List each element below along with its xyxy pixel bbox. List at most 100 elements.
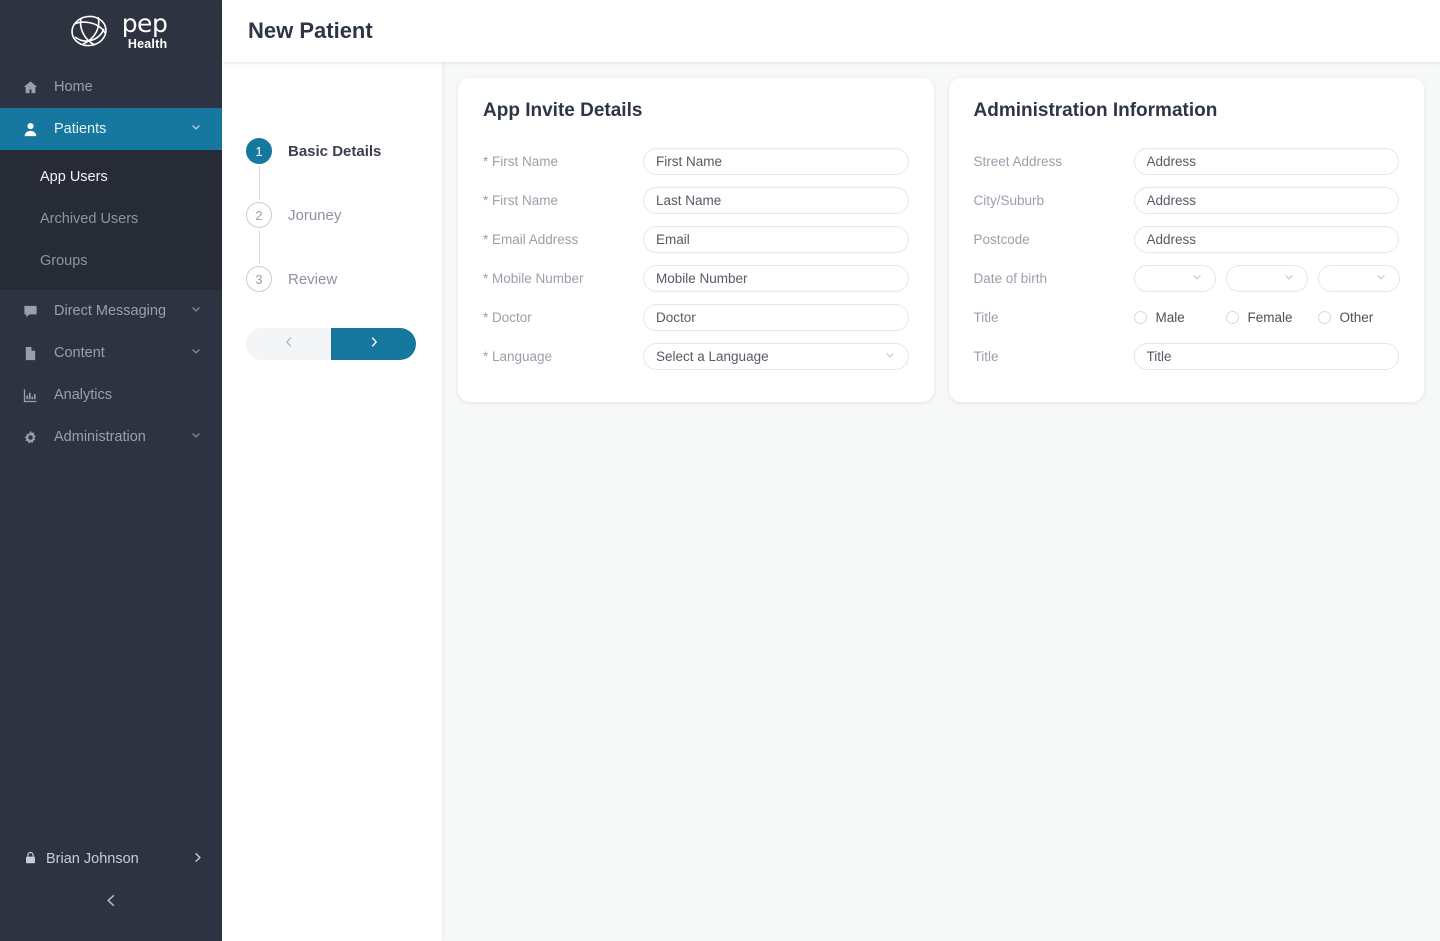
subnav-item-label: App Users — [40, 169, 108, 185]
field-label: * First Name — [483, 154, 559, 169]
chevron-left-icon — [282, 335, 296, 354]
radio-female[interactable]: Female — [1225, 310, 1318, 325]
radio-male[interactable]: Male — [1133, 310, 1226, 325]
current-user-row[interactable]: Brian Johnson — [0, 839, 222, 879]
sidebar-footer: Brian Johnson — [0, 839, 222, 941]
brand-name-secondary: Health — [127, 37, 168, 52]
wizard-stepper: 1 Basic Details 2 Joruney 3 Review — [222, 62, 442, 941]
title-input[interactable] — [1133, 343, 1399, 370]
lock-icon — [24, 851, 37, 868]
field-label: * Doctor — [483, 310, 532, 325]
chevron-down-icon[interactable] — [190, 121, 204, 137]
field-last-name: * First Name — [483, 181, 909, 220]
chevron-down-icon[interactable] — [190, 303, 204, 319]
chevron-down-icon — [884, 349, 896, 364]
home-icon — [22, 79, 38, 95]
sidebar-item-analytics[interactable]: Analytics — [0, 374, 222, 416]
field-control — [1133, 265, 1400, 292]
brand-wordmark: pep Health — [122, 11, 168, 51]
next-step-button[interactable] — [331, 328, 416, 360]
step-review[interactable]: 3 Review — [246, 264, 442, 294]
chevron-right-icon[interactable] — [191, 851, 204, 868]
last-name-input[interactable] — [643, 187, 909, 214]
chevron-down-icon — [1191, 271, 1203, 286]
field-label: Postcode — [973, 232, 1030, 247]
postcode-input[interactable] — [1133, 226, 1399, 253]
field-label: Date of birth — [973, 271, 1048, 286]
sidebar-item-patients[interactable]: Patients — [0, 108, 222, 150]
step-number: 3 — [246, 266, 272, 292]
step-basic-details[interactable]: 1 Basic Details — [246, 136, 442, 166]
radio-label: Male — [1155, 310, 1185, 325]
language-select-value: Select a Language — [656, 349, 769, 364]
field-gender-title: Title Male Female Other — [974, 298, 1400, 337]
sidebar-item-label: Direct Messaging — [54, 303, 167, 319]
chevron-down-icon[interactable] — [190, 345, 204, 361]
brand-logo[interactable]: pep Health — [0, 0, 222, 62]
form-content: App Invite Details * First Name * First … — [442, 62, 1440, 941]
app-root: pep Health Home Patients App Users Archi… — [0, 0, 1440, 941]
step-label: Joruney — [288, 206, 342, 224]
step-label: Basic Details — [288, 142, 382, 160]
language-select[interactable]: Select a Language — [643, 343, 909, 370]
field-label: * Language — [483, 349, 553, 364]
mobile-number-input[interactable] — [643, 265, 909, 292]
sidebar-item-content[interactable]: Content — [0, 332, 222, 374]
field-label: Title — [973, 310, 999, 325]
body-row: 1 Basic Details 2 Joruney 3 Review App I… — [222, 62, 1440, 941]
sidebar-item-label: Analytics — [54, 387, 113, 403]
sidebar-item-label: Patients — [54, 121, 107, 137]
card-title: App Invite Details — [483, 100, 643, 121]
subnav-item-label: Archived Users — [40, 211, 139, 227]
sidebar-item-label: Administration — [54, 429, 146, 445]
previous-step-button[interactable] — [246, 328, 331, 360]
field-label: Street Address — [973, 154, 1063, 169]
sidebar-item-direct-messaging[interactable]: Direct Messaging — [0, 290, 222, 332]
chevron-left-icon — [103, 892, 120, 914]
sidebar-item-label: Content — [54, 345, 105, 361]
sidebar-item-app-users[interactable]: App Users — [0, 156, 222, 198]
dob-month-select[interactable] — [1225, 265, 1308, 292]
field-control — [643, 148, 909, 175]
radio-other[interactable]: Other — [1317, 310, 1410, 325]
sidebar-item-administration[interactable]: Administration — [0, 416, 222, 458]
field-email-address: * Email Address — [483, 220, 909, 259]
field-city-suburb: City/Suburb — [973, 181, 1399, 220]
email-input[interactable] — [643, 226, 909, 253]
chevron-down-icon — [1375, 271, 1387, 286]
field-label: * First Name — [483, 193, 559, 208]
field-date-of-birth: Date of birth — [974, 259, 1400, 298]
brand-name-primary: pep — [121, 9, 168, 39]
dob-year-select[interactable] — [1317, 265, 1400, 292]
sidebar-subnav-patients: App Users Archived Users Groups — [0, 150, 222, 290]
current-user-name: Brian Johnson — [46, 851, 139, 867]
street-address-input[interactable] — [1133, 148, 1399, 175]
card-app-invite-details: App Invite Details * First Name * First … — [458, 78, 934, 402]
field-street-address: Street Address — [973, 142, 1399, 181]
chevron-down-icon — [1283, 271, 1295, 286]
field-first-name: * First Name — [483, 142, 909, 181]
sidebar-item-archived-users[interactable]: Archived Users — [0, 198, 222, 240]
field-label: City/Suburb — [973, 193, 1045, 208]
radio-circle-icon — [1317, 311, 1331, 324]
sidebar: pep Health Home Patients App Users Archi… — [0, 0, 222, 941]
sidebar-item-groups[interactable]: Groups — [0, 240, 222, 282]
field-language: * Language Select a Language — [483, 337, 909, 376]
main-region: New Patient 1 Basic Details 2 Joruney 3 … — [222, 0, 1440, 941]
chevron-down-icon[interactable] — [190, 429, 204, 445]
field-control — [643, 187, 909, 214]
chevron-right-icon — [367, 335, 381, 354]
field-title: Title — [974, 337, 1399, 376]
city-suburb-input[interactable] — [1133, 187, 1399, 214]
sidebar-item-label: Home — [54, 79, 93, 95]
step-journey[interactable]: 2 Joruney — [246, 200, 442, 230]
field-control: Male Female Other — [1133, 310, 1400, 325]
sidebar-collapse-button[interactable] — [0, 879, 222, 927]
first-name-input[interactable] — [643, 148, 909, 175]
field-control — [643, 226, 909, 253]
card-administration-information: Administration Information Street Addres… — [948, 78, 1424, 402]
doctor-input[interactable] — [643, 304, 909, 331]
dob-day-select[interactable] — [1133, 265, 1216, 292]
sidebar-item-home[interactable]: Home — [0, 66, 222, 108]
radio-circle-icon — [1225, 311, 1239, 324]
